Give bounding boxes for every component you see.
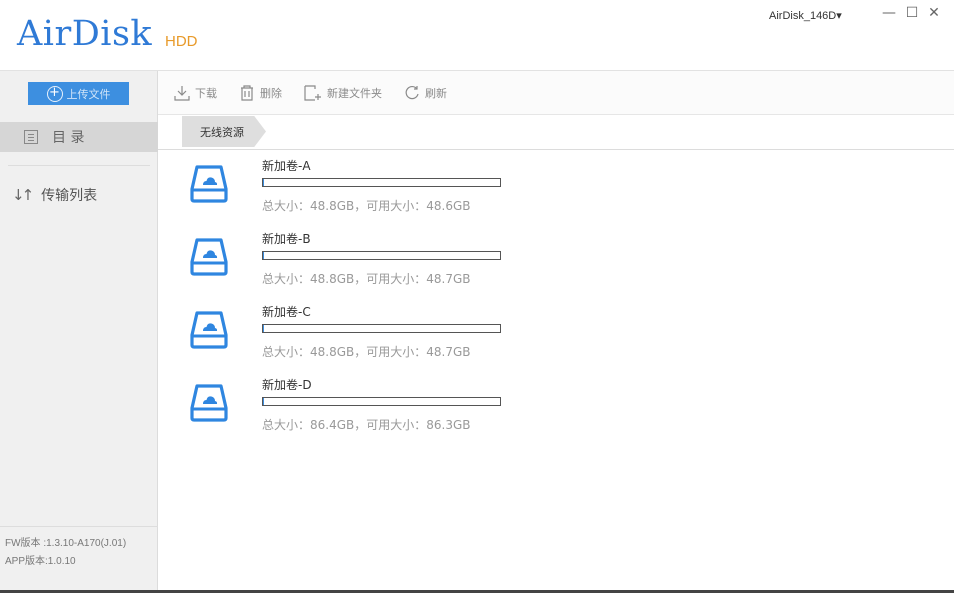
volume-item[interactable]: 新加卷-A 总大小：48.8GB，可用大小：48.6GB bbox=[188, 157, 508, 217]
cloud-drive-icon bbox=[190, 165, 228, 203]
cloud-drive-icon bbox=[190, 238, 228, 276]
app-version: APP版本:1.0.10 bbox=[5, 556, 76, 567]
sidebar-item-label: 目 录 bbox=[52, 130, 85, 146]
volume-info: 总大小：48.8GB，可用大小：48.7GB bbox=[262, 272, 471, 286]
download-button[interactable]: 下载 bbox=[174, 85, 217, 101]
new-folder-icon bbox=[304, 84, 321, 101]
new-folder-button[interactable]: 新建文件夹 bbox=[304, 84, 382, 101]
trash-icon bbox=[241, 84, 253, 101]
volume-usage-bar bbox=[262, 178, 501, 187]
device-selector[interactable]: AirDisk_146D▾ bbox=[769, 9, 842, 22]
volume-name: 新加卷-D bbox=[262, 378, 312, 392]
sidebar: + 上传文件 目 录 ↓↑ 传输列表 FW版本 :1.3.10-A170(J.0… bbox=[0, 71, 158, 593]
volume-name: 新加卷-A bbox=[262, 159, 311, 173]
volume-item[interactable]: 新加卷-D 总大小：86.4GB，可用大小：86.3GB bbox=[188, 376, 508, 436]
app-logo-sub: HDD bbox=[165, 33, 198, 50]
volume-info: 总大小：48.8GB，可用大小：48.7GB bbox=[262, 345, 471, 359]
download-label: 下载 bbox=[195, 86, 217, 100]
volume-item[interactable]: 新加卷-C 总大小：48.8GB，可用大小：48.7GB bbox=[188, 303, 508, 363]
plus-circle-icon: + bbox=[46, 85, 63, 102]
volume-usage-bar bbox=[262, 251, 501, 260]
breadcrumb: 无线资源 bbox=[158, 115, 954, 150]
cloud-drive-icon bbox=[190, 311, 228, 349]
close-button[interactable]: ✕ bbox=[925, 5, 943, 21]
volume-item[interactable]: 新加卷-B 总大小：48.8GB，可用大小：48.7GB bbox=[188, 230, 508, 290]
fw-version: FW版本 :1.3.10-A170(J.01) bbox=[5, 538, 127, 549]
refresh-label: 刷新 bbox=[425, 86, 447, 100]
version-info: FW版本 :1.3.10-A170(J.01) APP版本:1.0.10 bbox=[5, 535, 126, 571]
download-icon bbox=[174, 85, 190, 101]
upload-file-label: 上传文件 bbox=[66, 87, 111, 101]
refresh-button[interactable]: 刷新 bbox=[404, 85, 447, 101]
volume-name: 新加卷-B bbox=[262, 232, 311, 246]
upload-file-button[interactable]: + 上传文件 bbox=[28, 82, 129, 105]
breadcrumb-item-wireless[interactable]: 无线资源 bbox=[182, 116, 266, 147]
volume-name: 新加卷-C bbox=[262, 305, 311, 319]
sidebar-item-directory[interactable]: 目 录 bbox=[0, 122, 158, 152]
sidebar-item-transfer-list[interactable]: ↓↑ 传输列表 bbox=[12, 185, 97, 205]
cloud-drive-icon bbox=[190, 384, 228, 422]
new-folder-label: 新建文件夹 bbox=[327, 86, 382, 100]
volume-usage-bar bbox=[262, 324, 501, 333]
volume-info: 总大小：86.4GB，可用大小：86.3GB bbox=[262, 418, 471, 432]
sidebar-item-label: 传输列表 bbox=[41, 188, 98, 204]
app-logo: AirDisk bbox=[17, 14, 153, 54]
volume-usage-fill bbox=[263, 179, 264, 186]
toolbar: 下载 删除 新建文件夹 刷新 bbox=[158, 71, 954, 115]
delete-label: 删除 bbox=[260, 86, 282, 100]
list-icon bbox=[24, 130, 38, 144]
refresh-icon bbox=[405, 85, 419, 99]
volume-usage-bar bbox=[262, 397, 501, 406]
minimize-button[interactable]: — bbox=[880, 5, 898, 21]
sidebar-divider bbox=[8, 165, 150, 166]
maximize-button[interactable]: ☐ bbox=[903, 5, 921, 21]
sort-arrows-icon: ↓↑ bbox=[12, 186, 34, 204]
title-bar: AirDisk HDD AirDisk_146D▾ — ☐ ✕ bbox=[0, 0, 954, 71]
version-divider bbox=[0, 526, 158, 527]
delete-button[interactable]: 删除 bbox=[239, 84, 282, 101]
volume-info: 总大小：48.8GB，可用大小：48.6GB bbox=[262, 199, 471, 213]
